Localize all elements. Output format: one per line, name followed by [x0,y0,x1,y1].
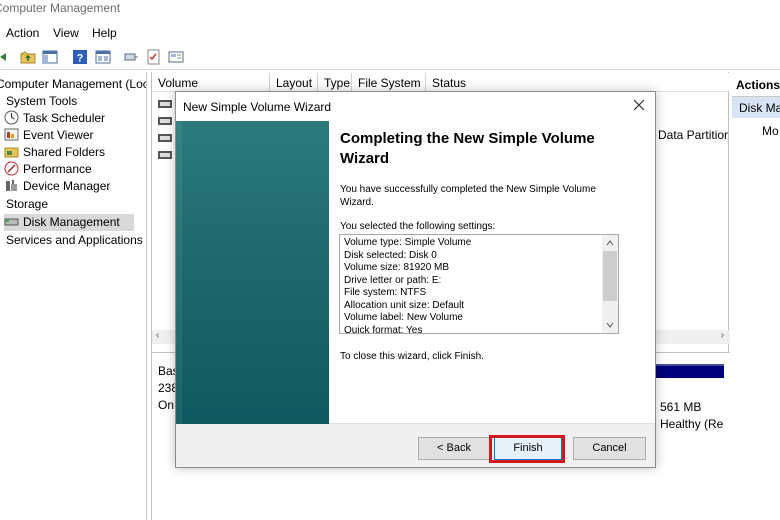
col-status[interactable]: Status [426,73,730,92]
back-arrow-icon[interactable] [0,48,12,66]
tree-performance[interactable]: Performance [4,161,92,178]
setting-volume-type: Volume type: Simple Volume [344,237,472,248]
volume-row-icon[interactable] [158,131,172,142]
tree-task-scheduler[interactable]: Task Scheduler [4,110,105,127]
col-layout[interactable]: Layout [270,73,318,92]
cancel-button[interactable]: Cancel [573,437,646,460]
wizard-heading: Completing the New Simple Volume Wizard [340,130,595,167]
toolbar: ? [0,44,780,70]
menu-action[interactable]: Action [6,26,39,40]
properties-icon[interactable] [94,48,112,66]
setting-drive-letter: Drive letter or path: E: [344,274,442,286]
settings-scrollbar[interactable] [602,235,618,333]
col-file-system[interactable]: File System [352,73,426,92]
tree-root[interactable]: Computer Management (Local) [0,76,146,93]
event-viewer-icon [4,128,19,141]
col-volume[interactable]: Volume [152,73,270,92]
menu-bar: Action View Help [0,22,780,44]
setting-volume-label: Volume label: New Volume [344,312,463,323]
actions-more[interactable]: Mo [762,124,779,138]
finish-button[interactable]: Finish [494,437,562,460]
checklist-icon[interactable] [145,48,163,66]
setting-quick-format: Quick format: Yes [344,324,423,334]
partition-status: Healthy (Re [660,417,724,431]
folder-up-icon[interactable] [19,48,37,66]
window-title: Computer Management [0,0,780,22]
menu-help[interactable]: Help [92,26,117,40]
volume-row-icon[interactable] [158,97,172,108]
console-tree-icon[interactable] [41,48,59,66]
volume-row-icon[interactable] [158,148,172,159]
performance-icon [4,161,19,176]
tree-device-manager[interactable]: Device Manager [4,178,110,195]
setting-file-system: File system: NTFS [344,287,427,298]
console-tree: Computer Management (Local) System Tools… [0,72,147,520]
device-manager-icon [6,180,17,191]
tree-disk-management[interactable]: Disk Management [4,214,134,231]
wizard-title: New Simple Volume Wizard [183,100,332,114]
wizard-side-banner [176,121,329,424]
help-icon[interactable]: ? [71,48,89,66]
actions-disk-management[interactable]: Disk Ma [732,96,780,118]
wizard-selected-label: You selected the following settings: [340,221,496,232]
shared-folders-icon [4,147,19,158]
wizard-success-text: You have successfully completed the New … [340,184,596,208]
scroll-left-icon[interactable]: ‹ [156,330,159,341]
back-button[interactable]: < Back [418,437,490,460]
partition-header-bar [654,364,724,378]
partition-size: 561 MB [660,400,702,414]
refresh-icon[interactable] [167,48,185,66]
disk-icon [4,218,19,226]
tree-shared-folders[interactable]: Shared Folders [4,144,105,161]
wizard-close-instruction: To close this wizard, click Finish. [340,351,484,362]
column-headers: Volume Layout Type File System Status [152,73,730,92]
wizard-titlebar[interactable]: New Simple Volume Wizard [176,92,655,121]
tree-system-tools[interactable]: System Tools [6,93,77,110]
settings-summary-box[interactable]: Volume type: Simple Volume Disk selected… [339,234,619,334]
clock-icon [4,110,19,125]
partition-info[interactable]: 561 MB Healthy (Re [660,399,723,433]
setting-disk-selected: Disk selected: Disk 0 [344,249,437,261]
scroll-right-icon[interactable]: › [721,330,724,341]
volume-row-icon[interactable] [158,114,172,125]
actions-header: Actions [736,78,780,92]
setting-volume-size: Volume size: 81920 MB [344,262,450,273]
actions-pane: Actions Disk Ma Mo [732,72,780,520]
tree-storage[interactable]: Storage [6,196,48,213]
wizard-side-strip [176,121,182,424]
scroll-up-icon[interactable] [606,239,614,247]
data-partition-status: Data Partitior [658,128,729,142]
close-icon[interactable] [631,97,647,113]
menu-view[interactable]: View [53,26,79,40]
wizard-content: Completing the New Simple Volume Wizard … [329,121,655,424]
col-type[interactable]: Type [318,73,352,92]
settings-scroll-thumb[interactable] [603,251,617,301]
setting-allocation-unit: Allocation unit size: Default [344,299,465,311]
tree-services-applications[interactable]: Services and Applications [6,232,143,249]
svg-text:?: ? [77,53,84,65]
new-simple-volume-wizard: New Simple Volume Wizard Completing the … [175,91,656,468]
scroll-down-icon[interactable] [606,321,614,329]
tree-event-viewer[interactable]: Event Viewer [4,127,93,144]
connect-icon[interactable] [122,48,140,66]
